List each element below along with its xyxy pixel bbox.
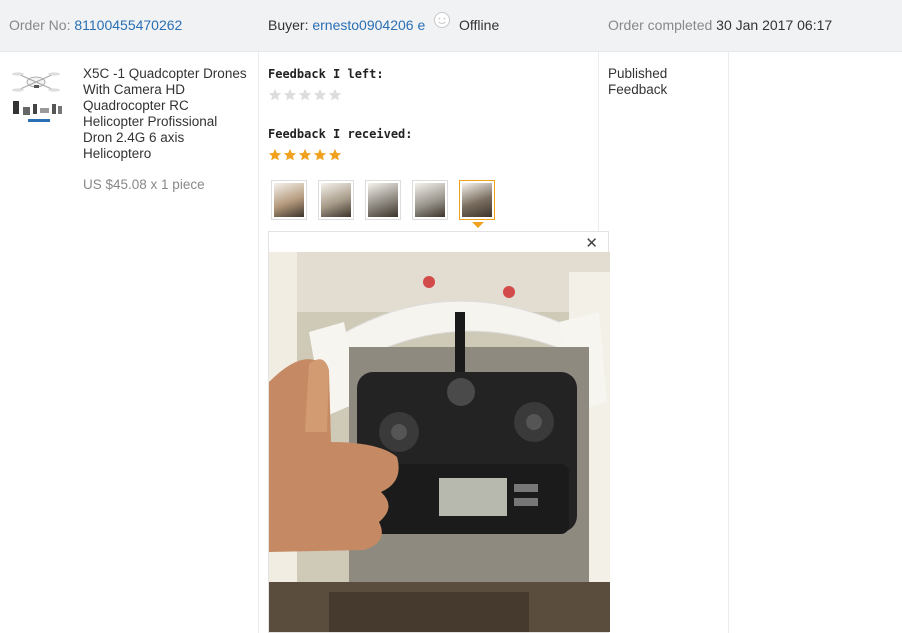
- buyer-group: Buyer: ernesto0904206 e Offline: [268, 0, 499, 51]
- feedback-photo-thumb[interactable]: [318, 180, 354, 220]
- buyer-label: Buyer:: [268, 17, 309, 33]
- order-datetime: 30 Jan 2017 06:17: [716, 17, 833, 33]
- selected-photo-pointer: [472, 222, 484, 228]
- feedback-photo-thumb[interactable]: [412, 180, 448, 220]
- order-number-group: Order No: 81100455470262: [9, 0, 182, 51]
- column-divider: [258, 52, 259, 633]
- feedback-left-stars: [268, 88, 342, 102]
- star-icon: [298, 88, 312, 102]
- feedback-status: Published Feedback: [608, 66, 668, 97]
- star-icon: [268, 88, 282, 102]
- star-icon: [268, 148, 282, 162]
- feedback-received-stars: [268, 148, 342, 162]
- order-label: Order No:: [9, 17, 71, 33]
- product-title[interactable]: X5C -1 Quadcopter Drones With Camera HD …: [83, 66, 248, 162]
- feedback-photo-thumb[interactable]: [271, 180, 307, 220]
- product-price: US $45.08 x 1 piece: [83, 177, 205, 192]
- feedback-photo-thumb[interactable]: [459, 180, 495, 220]
- star-icon: [313, 88, 327, 102]
- photo-preview-popup: ✕: [268, 231, 610, 633]
- product-thumbnail[interactable]: [10, 66, 66, 128]
- photo-thumb-image: [274, 183, 304, 217]
- star-icon: [328, 148, 342, 162]
- star-icon: [283, 148, 297, 162]
- close-icon[interactable]: ✕: [585, 236, 598, 252]
- star-icon: [298, 148, 312, 162]
- feedback-photo-thumb[interactable]: [365, 180, 401, 220]
- photo-thumb-image: [321, 183, 351, 217]
- feedback-received-label: Feedback I received:: [268, 127, 413, 141]
- column-divider: [728, 52, 729, 633]
- buyer-online-status: Offline: [459, 17, 500, 33]
- photo-thumb-image: [368, 183, 398, 217]
- feedback-photo-strip: [271, 180, 495, 220]
- smiley-icon[interactable]: [433, 0, 451, 50]
- feedback-photo-large: [269, 252, 610, 632]
- order-status-group: Order completed 30 Jan 2017 06:17: [608, 0, 832, 51]
- order-header: Order No: 81100455470262 Buyer: ernesto0…: [0, 0, 902, 52]
- photo-thumb-image: [415, 183, 445, 217]
- buyer-name-link[interactable]: ernesto0904206 e: [312, 17, 425, 33]
- star-icon: [313, 148, 327, 162]
- star-icon: [328, 88, 342, 102]
- order-number-link[interactable]: 81100455470262: [74, 17, 182, 33]
- order-status-label: Order completed: [608, 17, 713, 33]
- photo-thumb-image: [462, 183, 492, 217]
- feedback-left-label: Feedback I left:: [268, 67, 384, 81]
- star-icon: [283, 88, 297, 102]
